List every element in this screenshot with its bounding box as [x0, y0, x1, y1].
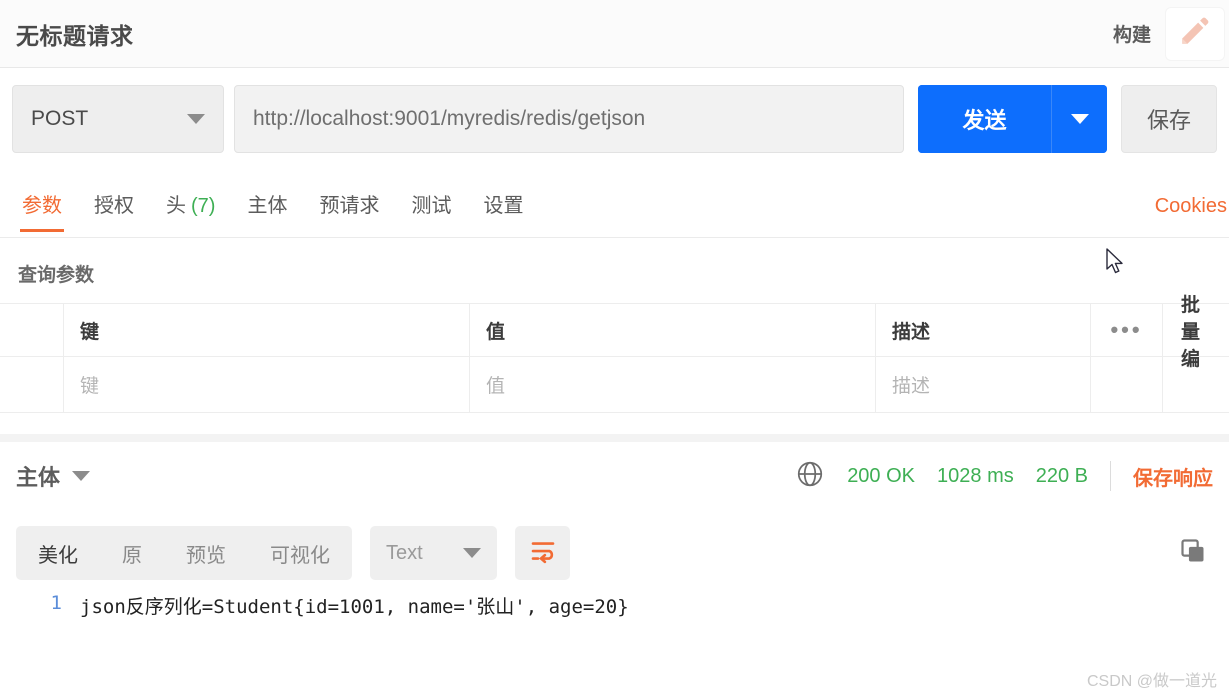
- tab-body[interactable]: 主体: [231, 190, 303, 222]
- response-time: 1028 ms: [937, 464, 1014, 487]
- globe-icon: [795, 459, 825, 494]
- send-options-button[interactable]: [1051, 85, 1107, 153]
- build-label[interactable]: 构建: [1113, 20, 1151, 47]
- mouse-cursor: [1106, 248, 1128, 276]
- response-toolbar: 美化 原 预览 可视化 Text: [0, 518, 1229, 588]
- cookies-link[interactable]: Cookies: [1155, 190, 1229, 222]
- response-view-mode-group: 美化 原 预览 可视化: [16, 526, 352, 580]
- divider: [1110, 461, 1111, 491]
- tab-settings-label: 设置: [483, 195, 524, 217]
- response-divider: [0, 434, 1229, 442]
- tab-authorization[interactable]: 授权: [78, 190, 150, 222]
- header-actions: 构建: [1113, 6, 1229, 61]
- app-header: 无标题请求 构建: [0, 0, 1229, 68]
- word-wrap-icon: [528, 536, 558, 571]
- request-tabs: 参数 授权 头 (7) 主体 预请求 测试 设置 Cookies: [0, 190, 1229, 238]
- more-options-icon: •••: [1110, 317, 1143, 342]
- copy-response-button[interactable]: [1173, 533, 1213, 573]
- send-button[interactable]: 发送: [918, 85, 1051, 153]
- tab-pre-request[interactable]: 预请求: [303, 190, 395, 222]
- pencil-icon: [1178, 14, 1212, 53]
- tab-settings[interactable]: 设置: [467, 190, 539, 222]
- tab-authorization-label: 授权: [94, 195, 134, 217]
- header-checkbox-cell: [0, 304, 64, 356]
- status-badge: 200 OK: [847, 464, 916, 487]
- view-mode-visualize[interactable]: 可视化: [248, 526, 352, 580]
- url-bar: POST http://localhost:9001/myredis/redis…: [0, 68, 1229, 170]
- query-params-title: 查询参数: [18, 265, 95, 286]
- watermark: CSDN @做一道光: [1086, 673, 1217, 690]
- view-mode-pretty[interactable]: 美化: [16, 526, 100, 580]
- chevron-down-icon: [463, 548, 481, 558]
- column-header-description: 描述: [876, 304, 1091, 356]
- url-input[interactable]: http://localhost:9001/myredis/redis/getj…: [234, 85, 904, 153]
- param-description-input[interactable]: 描述: [876, 357, 1091, 412]
- response-format-select[interactable]: Text: [370, 526, 497, 580]
- table-header-row: 键 值 描述 ••• 批量编: [0, 295, 1229, 370]
- tab-tests[interactable]: 测试: [395, 190, 467, 222]
- response-format-label: Text: [386, 541, 423, 564]
- table-row: 键 值 描述: [0, 357, 1229, 413]
- param-key-input[interactable]: 键: [64, 357, 470, 412]
- copy-icon: [1179, 537, 1207, 570]
- request-builder-app: 无标题请求 构建 POST http://localhost:9001/myre…: [0, 0, 1229, 699]
- http-method-select[interactable]: POST: [12, 85, 224, 153]
- query-params-table: 键 值 描述 ••• 批量编 键 值 描述: [0, 295, 1229, 413]
- param-value-input[interactable]: 值: [470, 357, 876, 412]
- view-mode-raw[interactable]: 原: [100, 526, 164, 580]
- save-button[interactable]: 保存: [1121, 85, 1217, 153]
- tab-headers-label: 头: [166, 195, 186, 217]
- line-number: 1: [50, 592, 62, 614]
- row-spacer-cell: [1091, 357, 1163, 412]
- chevron-down-icon: [72, 471, 91, 481]
- row-end-cell: [1163, 357, 1229, 412]
- tab-tests-label: 测试: [411, 195, 452, 217]
- tab-pre-request-label: 预请求: [319, 195, 380, 217]
- word-wrap-button[interactable]: [515, 526, 570, 580]
- column-header-key: 键: [64, 304, 470, 356]
- http-method-label: POST: [31, 107, 89, 130]
- view-mode-preview[interactable]: 预览: [164, 526, 248, 580]
- tab-params[interactable]: 参数: [6, 190, 78, 232]
- tab-params-label: 参数: [22, 195, 62, 217]
- column-header-value: 值: [470, 304, 876, 356]
- tab-headers-count: (7): [191, 195, 216, 217]
- tab-headers[interactable]: 头 (7): [150, 190, 231, 222]
- save-response-button[interactable]: 保存响应: [1133, 462, 1213, 491]
- edit-request-button[interactable]: [1165, 6, 1225, 61]
- chevron-down-icon: [187, 114, 205, 124]
- response-body-line: json反序列化=Student{id=1001, name='张山', age…: [80, 596, 629, 618]
- table-options-button[interactable]: •••: [1091, 304, 1163, 356]
- response-body-tab-label: 主体: [16, 465, 61, 490]
- tab-body-label: 主体: [247, 195, 288, 217]
- row-checkbox-cell[interactable]: [0, 357, 64, 412]
- response-body-tab[interactable]: 主体: [16, 460, 91, 492]
- response-meta-bar: 主体 200 OK 1028 ms 220 B 保存响应: [0, 442, 1229, 510]
- page-title: 无标题请求: [16, 22, 134, 49]
- chevron-down-icon: [1070, 114, 1089, 124]
- response-body-viewer[interactable]: 1 json反序列化=Student{id=1001, name='张山', a…: [0, 590, 1229, 650]
- response-status-group: 200 OK 1028 ms 220 B 保存响应: [795, 459, 1213, 494]
- send-group: 发送: [918, 85, 1107, 153]
- bulk-edit-button[interactable]: 批量编: [1163, 295, 1229, 370]
- response-size: 220 B: [1035, 464, 1088, 487]
